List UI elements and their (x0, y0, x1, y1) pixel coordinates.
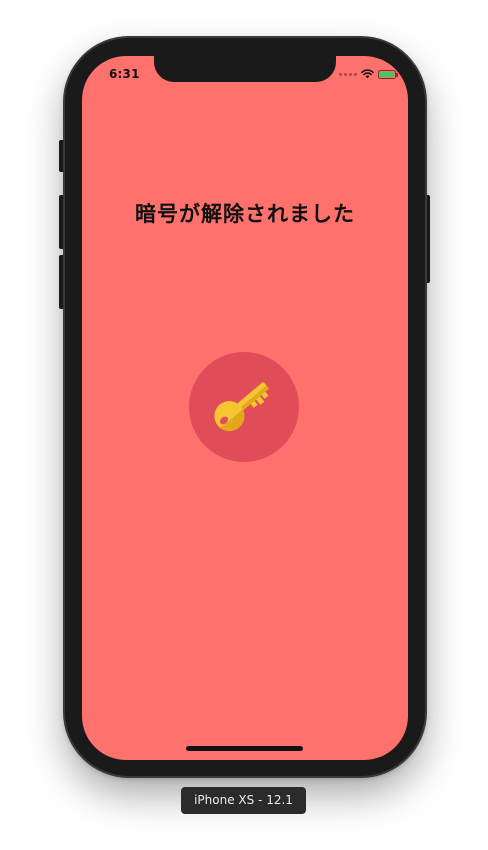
simulator-stage: 6:31 暗号が解除されました iPhone XS - 12.1 (0, 0, 488, 850)
app-screen: 6:31 暗号が解除されました (82, 56, 408, 760)
notch (154, 56, 336, 82)
page-title: 暗号が解除されました (135, 202, 355, 226)
simulator-device-label: iPhone XS - 12.1 (181, 787, 306, 814)
key-icon (214, 382, 270, 432)
status-time: 6:31 (109, 67, 140, 81)
key-badge (189, 352, 299, 462)
battery-level (380, 71, 394, 77)
signal-dots-icon (339, 72, 357, 76)
battery-charging-icon (378, 69, 398, 79)
home-indicator[interactable] (186, 746, 303, 751)
wifi-icon (361, 69, 374, 79)
status-indicators (339, 69, 398, 79)
